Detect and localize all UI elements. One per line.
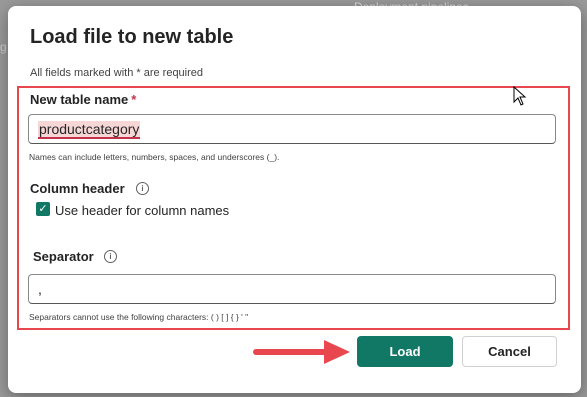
use-header-checkbox-label[interactable]: Use header for column names (55, 203, 229, 218)
separator-input[interactable] (28, 274, 556, 304)
column-header-label: Column header (30, 181, 125, 196)
load-button[interactable]: Load (357, 336, 453, 367)
load-file-dialog: Load file to new table All fields marked… (8, 6, 581, 393)
required-fields-note: All fields marked with * are required (30, 67, 204, 79)
table-name-hint: Names can include letters, numbers, spac… (29, 152, 280, 162)
separator-label: Separator (33, 249, 94, 264)
dialog-title: Load file to new table (30, 26, 234, 48)
table-name-label: New table name * (30, 92, 136, 107)
separator-info-icon[interactable]: i (104, 250, 117, 263)
separator-value: , (38, 281, 42, 297)
separator-hint: Separators cannot use the following char… (29, 312, 249, 322)
cancel-button[interactable]: Cancel (462, 336, 557, 367)
table-name-label-text: New table name (30, 92, 129, 107)
red-arrow-icon (253, 340, 350, 364)
background-letter: g (0, 40, 7, 54)
table-name-value: productcategory (38, 121, 141, 139)
column-header-info-icon[interactable]: i (136, 182, 149, 195)
use-header-checkbox[interactable]: ✓ (36, 202, 50, 216)
required-asterisk: * (131, 92, 137, 107)
mouse-cursor-icon (513, 86, 527, 106)
